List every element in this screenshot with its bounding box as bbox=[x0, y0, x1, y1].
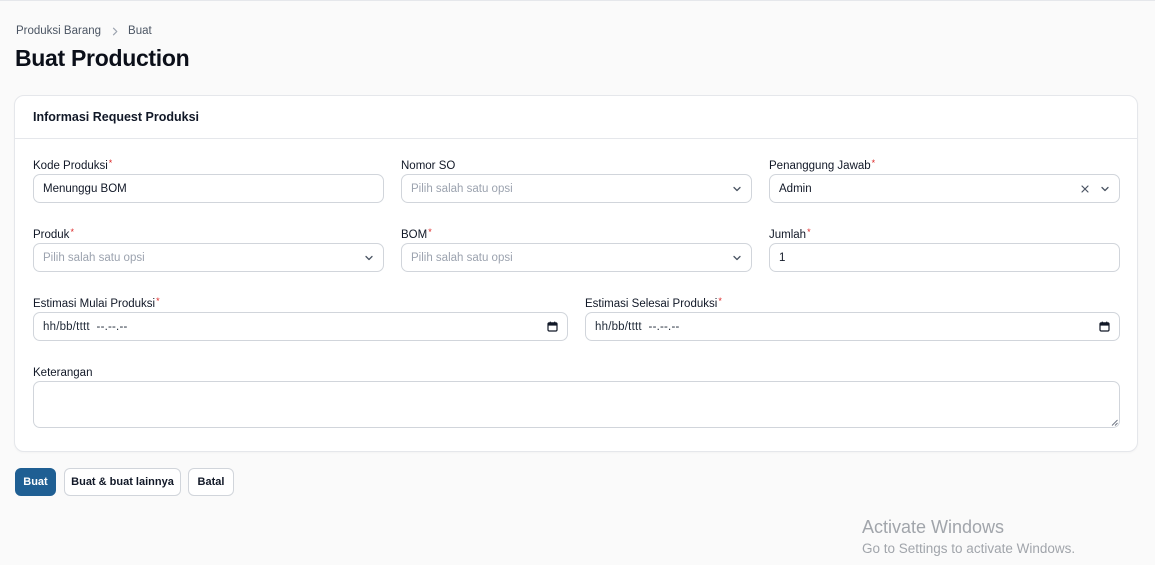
nomor-so-select[interactable]: Pilih salah satu opsi bbox=[401, 174, 752, 203]
activate-windows-watermark: Activate Windows Go to Settings to activ… bbox=[862, 516, 1075, 558]
calendar-icon[interactable] bbox=[1099, 321, 1110, 332]
page-title: Buat Production bbox=[15, 45, 190, 71]
calendar-icon[interactable] bbox=[547, 321, 558, 332]
required-marker: * bbox=[70, 227, 74, 237]
cancel-button[interactable]: Batal bbox=[188, 468, 234, 496]
close-icon[interactable] bbox=[1080, 184, 1090, 194]
bom-placeholder: Pilih salah satu opsi bbox=[411, 251, 513, 264]
keterangan-label: Keterangan bbox=[33, 367, 93, 379]
kode-produksi-input[interactable]: Menunggu BOM bbox=[33, 174, 384, 203]
chevron-right-icon bbox=[111, 27, 119, 36]
penanggung-jawab-value: Admin bbox=[779, 182, 812, 195]
required-marker: * bbox=[871, 158, 876, 168]
nomor-so-label: Nomor SO bbox=[401, 160, 456, 172]
jumlah-label: Jumlah bbox=[769, 229, 807, 241]
nomor-so-placeholder: Pilih salah satu opsi bbox=[411, 182, 513, 195]
produk-field: Produk * Pilih salah satu opsi bbox=[33, 228, 384, 273]
chevron-down-icon bbox=[732, 253, 742, 263]
create-button[interactable]: Buat bbox=[15, 468, 56, 496]
required-marker: * bbox=[108, 158, 113, 168]
estimasi-mulai-field: Estimasi Mulai Produksi * hh/bb/tttt --.-… bbox=[33, 297, 568, 342]
kode-produksi-label: Kode Produksi bbox=[33, 160, 108, 172]
produk-select[interactable]: Pilih salah satu opsi bbox=[33, 243, 384, 272]
production-request-card: Informasi Request Produksi Kode Produksi… bbox=[14, 95, 1138, 452]
produk-placeholder: Pilih salah satu opsi bbox=[43, 251, 145, 264]
keterangan-field: Keterangan bbox=[33, 366, 1120, 430]
kode-produksi-field: Kode Produksi * Menunggu BOM bbox=[33, 159, 384, 204]
jumlah-input[interactable]: 1 bbox=[769, 243, 1120, 272]
required-marker: * bbox=[428, 227, 432, 237]
penanggung-jawab-label: Penanggung Jawab bbox=[769, 160, 871, 172]
chevron-down-icon bbox=[1100, 184, 1110, 194]
bom-label: BOM bbox=[401, 229, 428, 241]
bom-field: BOM * Pilih salah satu opsi bbox=[401, 228, 752, 273]
breadcrumb-current: Buat bbox=[128, 25, 152, 37]
jumlah-field: Jumlah * 1 bbox=[769, 228, 1120, 273]
breadcrumb: Produksi Barang Buat bbox=[16, 25, 152, 37]
top-divider bbox=[0, 0, 1155, 1]
chevron-down-icon bbox=[732, 184, 742, 194]
estimasi-mulai-datetime-input[interactable]: hh/bb/tttt --.--.-- bbox=[33, 312, 568, 341]
estimasi-selesai-value: hh/bb/tttt --.--.-- bbox=[595, 320, 680, 333]
estimasi-mulai-value: hh/bb/tttt --.--.-- bbox=[43, 320, 128, 333]
jumlah-value: 1 bbox=[779, 251, 786, 264]
penanggung-jawab-field: Penanggung Jawab * Admin bbox=[769, 159, 1120, 204]
keterangan-textarea[interactable] bbox=[33, 381, 1120, 428]
resize-handle-icon[interactable] bbox=[1111, 419, 1118, 428]
card-header: Informasi Request Produksi bbox=[15, 96, 1137, 139]
card-title: Informasi Request Produksi bbox=[33, 110, 200, 124]
watermark-title: Activate Windows bbox=[862, 517, 1005, 537]
bom-select[interactable]: Pilih salah satu opsi bbox=[401, 243, 752, 272]
estimasi-selesai-label: Estimasi Selesai Produksi bbox=[585, 298, 718, 310]
estimasi-selesai-datetime-input[interactable]: hh/bb/tttt --.--.-- bbox=[585, 312, 1120, 341]
estimasi-mulai-label: Estimasi Mulai Produksi bbox=[33, 298, 156, 310]
required-marker: * bbox=[156, 296, 160, 306]
breadcrumb-parent[interactable]: Produksi Barang bbox=[16, 25, 101, 37]
chevron-down-icon bbox=[364, 253, 374, 263]
kode-produksi-value: Menunggu BOM bbox=[43, 182, 127, 195]
create-another-button[interactable]: Buat & buat lainnya bbox=[64, 468, 181, 496]
nomor-so-field: Nomor SO Pilih salah satu opsi bbox=[401, 159, 752, 204]
required-marker: * bbox=[718, 296, 722, 306]
required-marker: * bbox=[807, 227, 811, 237]
estimasi-selesai-field: Estimasi Selesai Produksi * hh/bb/tttt --… bbox=[585, 297, 1120, 342]
produk-label: Produk bbox=[33, 229, 70, 241]
watermark-subtitle: Go to Settings to activate Windows. bbox=[862, 541, 1076, 556]
penanggung-jawab-select[interactable]: Admin bbox=[769, 174, 1120, 203]
